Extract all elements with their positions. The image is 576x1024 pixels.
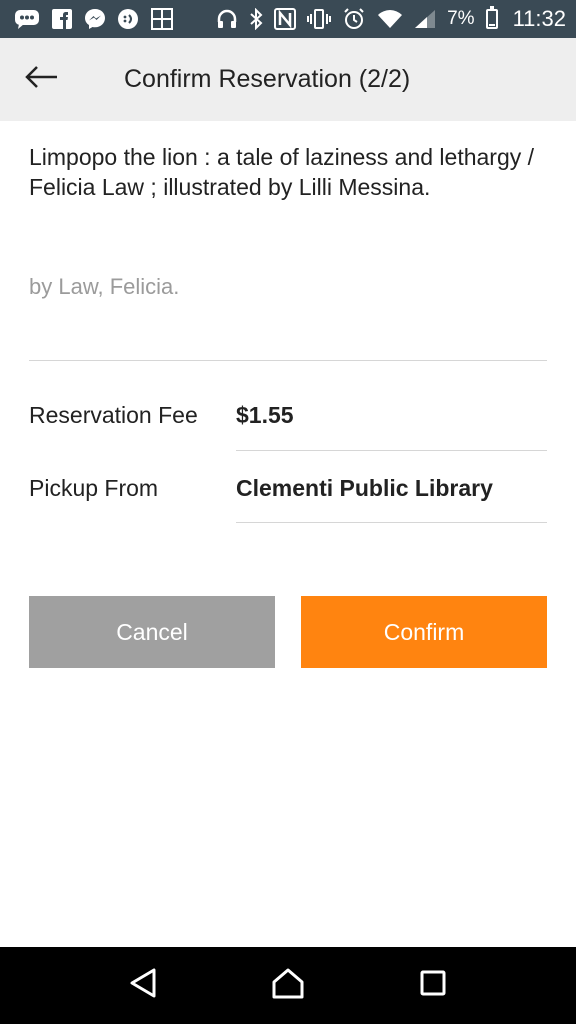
headphones-icon [216,8,238,30]
battery-icon [485,6,498,29]
cancel-button[interactable]: Cancel [29,596,275,668]
fee-underline [236,450,547,451]
status-right-icons: 7% 11:32 [216,6,566,32]
section-divider [29,360,547,361]
reservation-fee-value: $1.55 [236,402,294,428]
arrow-left-icon [25,65,59,94]
nav-back-button[interactable] [108,951,178,1021]
battery-percent: 7% [447,8,475,29]
page-title: Confirm Reservation (2/2) [124,65,411,93]
clock: 11:32 [512,6,566,31]
facebook-icon [51,8,73,30]
confirm-button[interactable]: Confirm [301,596,547,668]
messenger-icon [84,8,106,30]
recents-icon [419,969,447,1002]
uniqlo-icon [150,8,174,30]
bluetooth-icon [249,8,263,30]
wifi-icon [377,8,403,30]
reservation-fee-label: Reservation Fee [29,402,198,428]
nfc-icon [274,8,297,30]
pickup-underline [236,522,547,523]
book-title: Limpopo the lion : a tale of laziness an… [29,144,535,200]
back-button[interactable] [0,38,84,121]
status-bar: 7% 11:32 [0,0,576,38]
app-bar: Confirm Reservation (2/2) [0,38,576,121]
home-icon [271,967,305,1004]
vibrate-icon [307,8,332,30]
navigation-bar [0,947,576,1024]
nav-home-button[interactable] [253,951,323,1021]
nav-recents-button[interactable] [398,951,468,1021]
book-author: by Law, Felicia. [29,274,180,299]
signal-icon [414,8,436,30]
back-triangle-icon [128,967,158,1004]
face-icon [117,8,139,30]
chat-bubble-icon [14,8,40,30]
status-left-icons [14,8,174,30]
alarm-icon [342,8,366,30]
pickup-from-label: Pickup From [29,475,159,501]
pickup-location-value[interactable]: Clementi Public Library [236,475,493,502]
